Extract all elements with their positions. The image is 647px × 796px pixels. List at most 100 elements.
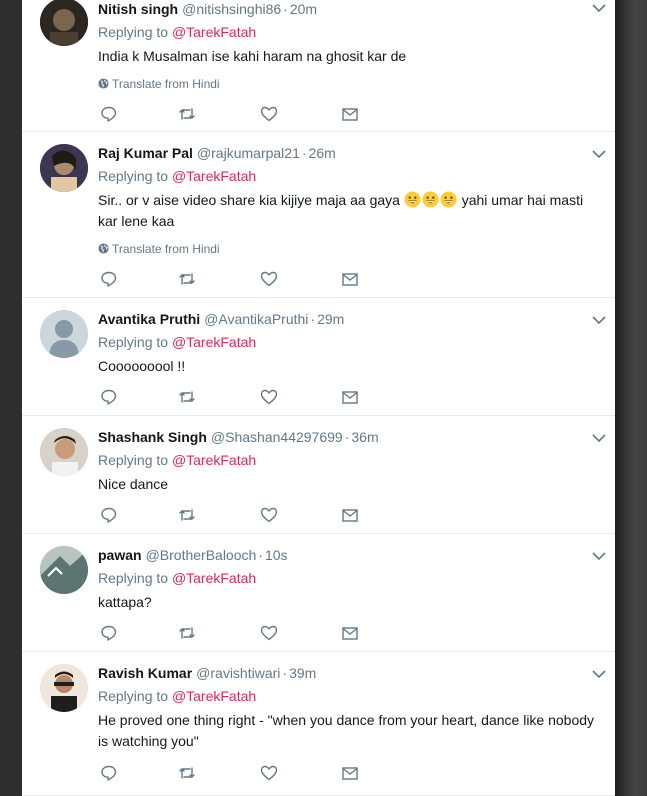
retweet-icon[interactable] xyxy=(178,105,196,123)
user-name[interactable]: Avantika Pruthi xyxy=(98,311,200,327)
timestamp[interactable]: 29m xyxy=(317,311,344,327)
avatar[interactable] xyxy=(40,310,88,358)
envelope-icon[interactable] xyxy=(341,388,359,406)
envelope-icon[interactable] xyxy=(341,270,359,288)
replying-prefix: Replying to xyxy=(98,452,169,468)
heart-icon[interactable] xyxy=(260,270,278,288)
user-name[interactable]: pawan xyxy=(98,547,142,563)
reply-text-part: Sir.. or v aise video share kia kijiye m… xyxy=(98,192,400,208)
retweet-icon[interactable] xyxy=(178,764,196,782)
avatar[interactable] xyxy=(40,664,88,712)
reply-item: pawan @BrotherBalooch · 10s Replying to @Ta… xyxy=(22,534,615,652)
user-name[interactable]: Nitish singh xyxy=(98,1,178,17)
envelope-icon[interactable] xyxy=(341,624,359,642)
reply-icon[interactable] xyxy=(100,105,118,123)
reply-actions xyxy=(98,624,398,642)
user-name[interactable]: Shashank Singh xyxy=(98,429,207,445)
chevron-down-icon[interactable] xyxy=(591,432,607,444)
user-name[interactable]: Ravish Kumar xyxy=(98,665,192,681)
retweet-icon[interactable] xyxy=(178,624,196,642)
envelope-icon[interactable] xyxy=(341,105,359,123)
separator-dot: · xyxy=(283,1,288,17)
page-backdrop-right xyxy=(615,0,647,796)
envelope-icon[interactable] xyxy=(341,764,359,782)
user-name[interactable]: Raj Kumar Pal xyxy=(98,145,193,161)
replying-to: Replying to @TarekFatah xyxy=(98,333,599,351)
translate-label: Translate from Hindi xyxy=(112,242,220,256)
separator-dot: · xyxy=(282,665,288,681)
chevron-down-icon[interactable] xyxy=(591,2,607,14)
replying-prefix: Replying to xyxy=(98,24,169,40)
reply-item: Avantika Pruthi @AvantikaPruthi · 29m Reply… xyxy=(22,298,615,416)
reply-icon[interactable] xyxy=(100,270,118,288)
reply-icon[interactable] xyxy=(100,764,118,782)
user-handle[interactable]: @Shashan44297699 xyxy=(211,429,343,445)
separator-dot: · xyxy=(310,311,316,327)
reply-header: pawan @BrotherBalooch · 10s xyxy=(98,546,599,564)
user-handle[interactable]: @rajkumarpal21 xyxy=(197,145,300,161)
replying-to: Replying to @TarekFatah xyxy=(98,167,599,185)
reply-actions xyxy=(98,105,398,123)
reply-icon[interactable] xyxy=(100,624,118,642)
chevron-down-icon[interactable] xyxy=(591,314,607,326)
replying-to: Replying to @TarekFatah xyxy=(98,687,599,705)
timestamp[interactable]: 36m xyxy=(351,429,378,445)
replying-prefix: Replying to xyxy=(98,688,169,704)
avatar[interactable] xyxy=(40,428,88,476)
reply-item: Raj Kumar Pal @rajkumarpal21 · 26m Replying… xyxy=(22,132,615,298)
replying-to: Replying to @TarekFatah xyxy=(98,451,599,469)
replying-to: Replying to @TarekFatah xyxy=(98,23,599,41)
reply-actions xyxy=(98,506,398,524)
user-handle[interactable]: @BrotherBalooch xyxy=(146,547,257,563)
reply-text: He proved one thing right - "when you da… xyxy=(98,712,595,749)
retweet-icon[interactable] xyxy=(178,388,196,406)
reply-text: India k Musalman ise kahi haram na ghosi… xyxy=(98,48,407,64)
mention-link[interactable]: @TarekFatah xyxy=(172,168,256,184)
avatar[interactable] xyxy=(40,144,88,192)
chevron-down-icon[interactable] xyxy=(591,550,607,562)
reply-actions xyxy=(98,388,398,406)
mention-link[interactable]: @TarekFatah xyxy=(172,570,256,586)
mention-link[interactable]: @TarekFatah xyxy=(172,452,256,468)
reply-item: Ravish Kumar @ravishtiwari · 39m Replying t… xyxy=(22,652,615,796)
heart-icon[interactable] xyxy=(260,764,278,782)
translate-link[interactable]: Translate from Hindi xyxy=(98,76,599,92)
chevron-down-icon[interactable] xyxy=(591,148,607,160)
avatar[interactable] xyxy=(40,0,88,46)
retweet-icon[interactable] xyxy=(178,506,196,524)
user-handle[interactable]: @nitishsinghi86 xyxy=(182,1,281,17)
reply-icon[interactable] xyxy=(100,506,118,524)
translate-label: Translate from Hindi xyxy=(112,77,220,91)
heart-icon[interactable] xyxy=(260,624,278,642)
globe-icon xyxy=(98,78,109,89)
timestamp[interactable]: 39m xyxy=(289,665,316,681)
reply-text: kattapa? xyxy=(98,594,152,610)
reply-header: Ravish Kumar @ravishtiwari · 39m xyxy=(98,664,599,682)
timestamp[interactable]: 10s xyxy=(265,547,288,563)
heart-icon[interactable] xyxy=(260,388,278,406)
translate-link[interactable]: Translate from Hindi xyxy=(98,241,599,257)
replying-prefix: Replying to xyxy=(98,570,169,586)
user-handle[interactable]: @ravishtiwari xyxy=(196,665,280,681)
chevron-down-icon[interactable] xyxy=(591,668,607,680)
replies-panel: Nitish singh @nitishsinghi86 · 20m Replying… xyxy=(22,0,615,796)
avatar[interactable] xyxy=(40,546,88,594)
heart-icon[interactable] xyxy=(260,105,278,123)
heart-icon[interactable] xyxy=(260,506,278,524)
envelope-icon[interactable] xyxy=(341,506,359,524)
mention-link[interactable]: @TarekFatah xyxy=(172,24,256,40)
reply-header: Shashank Singh @Shashan44297699 · 36m xyxy=(98,428,599,446)
reply-icon[interactable] xyxy=(100,388,118,406)
mention-link[interactable]: @TarekFatah xyxy=(172,334,256,350)
separator-dot: · xyxy=(258,547,263,563)
separator-dot: · xyxy=(301,145,307,161)
retweet-icon[interactable] xyxy=(178,270,196,288)
user-handle[interactable]: @AvantikaPruthi xyxy=(204,311,308,327)
reply-header: Raj Kumar Pal @rajkumarpal21 · 26m xyxy=(98,144,599,162)
reply-item: Nitish singh @nitishsinghi86 · 20m Replying… xyxy=(22,0,615,132)
timestamp[interactable]: 20m xyxy=(290,1,317,17)
timestamp[interactable]: 26m xyxy=(309,145,336,161)
mention-link[interactable]: @TarekFatah xyxy=(172,688,256,704)
reply-header: Nitish singh @nitishsinghi86 · 20m xyxy=(98,0,599,18)
reply-actions xyxy=(98,270,398,288)
